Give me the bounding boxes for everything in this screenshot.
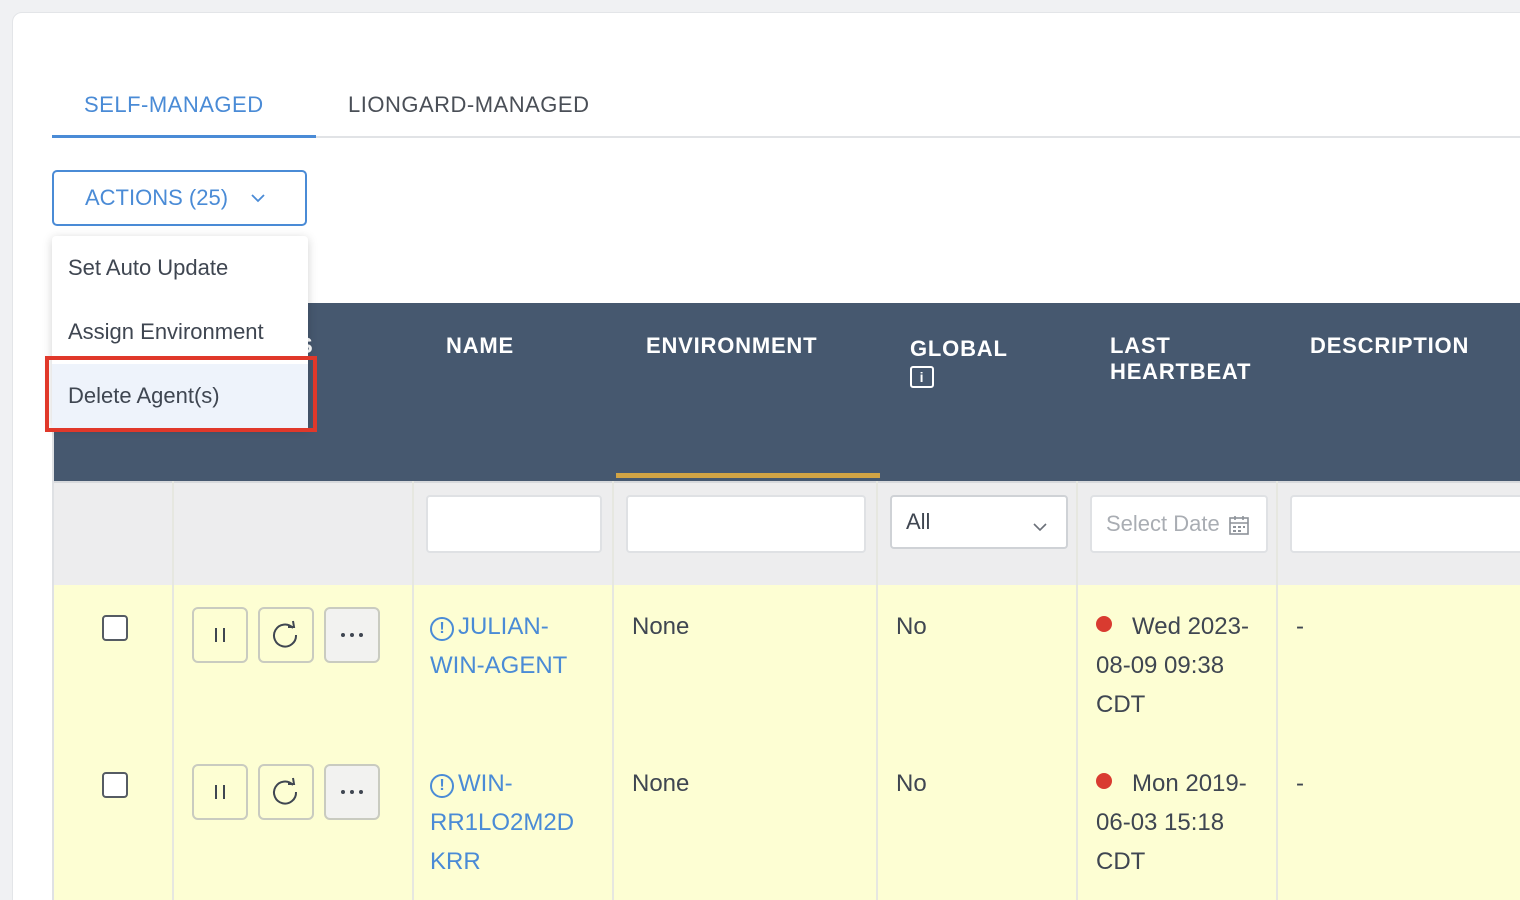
environment-value: None [632,613,690,640]
table-row: ! WIN- RR1LO2M2D KRR None No Mon 2019- 06… [54,742,1520,900]
agent-name-line-1: WIN- [458,770,513,797]
table-row: ! JULIAN- WIN-AGENT None No Wed 2023- 08-… [54,585,1520,742]
sort-indicator [616,473,880,478]
heartbeat-line-3: CDT [1096,848,1146,875]
more-options-button[interactable] [324,764,380,820]
heartbeat-line-1: Wed 2023- [1132,613,1249,640]
heartbeat-line-1: Mon 2019- [1132,770,1247,797]
menu-item-set-auto-update[interactable]: Set Auto Update [52,236,308,300]
column-header-description[interactable]: DESCRIPTION [1310,333,1469,359]
pause-button[interactable] [192,764,248,820]
actions-dropdown-button[interactable]: ACTIONS (25) [52,170,307,226]
chevron-down-icon [1032,515,1048,532]
row-checkbox[interactable] [102,615,128,641]
chevron-down-icon [250,190,266,206]
column-header-global[interactable]: GLOBAL i [910,336,1008,388]
description-filter-input[interactable] [1290,495,1520,553]
column-header-last-heartbeat[interactable]: LAST HEARTBEAT [1110,333,1251,385]
environment-value: None [632,770,690,797]
description-value: - [1296,613,1304,640]
last-heartbeat-line-1: LAST [1110,333,1171,358]
last-heartbeat-value: Mon 2019- 06-03 15:18 CDT [1096,764,1276,881]
restart-button[interactable] [258,607,314,663]
status-dot-offline [1096,616,1112,632]
column-divider [172,481,174,900]
actions-label: ACTIONS (25) [85,185,229,210]
date-placeholder: Select Date [1106,511,1220,536]
menu-item-delete-agents[interactable]: Delete Agent(s) [52,364,308,428]
heartbeat-line-3: CDT [1096,691,1146,718]
status-dot-offline [1096,773,1112,789]
alert-icon: ! [430,774,454,798]
global-filter-select[interactable]: All [890,495,1068,549]
agent-name-line-1: JULIAN- [458,613,549,640]
heartbeat-line-2: 06-03 15:18 [1096,809,1225,836]
column-divider [1076,481,1078,900]
info-icon[interactable]: i [910,366,934,388]
column-divider [876,481,878,900]
column-divider [412,481,414,900]
restart-button[interactable] [258,764,314,820]
pause-button[interactable] [192,607,248,663]
global-filter-value: All [906,509,931,534]
menu-item-assign-environment[interactable]: Assign Environment [52,300,308,364]
row-checkbox[interactable] [102,772,128,798]
agent-name-line-3: KRR [430,848,481,875]
tab-liongard-managed[interactable]: LIONGARD-MANAGED [316,80,656,138]
ellipsis-icon [341,790,363,794]
column-header-name[interactable]: NAME [446,333,514,359]
tab-bar: SELF-MANAGED LIONGARD-MANAGED [52,80,1520,138]
agent-name-line-2: WIN-AGENT [430,652,568,679]
agent-name-link[interactable]: ! JULIAN- WIN-AGENT [430,607,600,685]
agent-name-line-2: RR1LO2M2D [430,809,575,836]
last-heartbeat-value: Wed 2023- 08-09 09:38 CDT [1096,607,1276,724]
refresh-icon [273,777,298,805]
global-value: No [896,613,927,640]
tab-self-managed[interactable]: SELF-MANAGED [52,80,316,138]
name-filter-input[interactable] [426,495,602,553]
heartbeat-date-filter[interactable]: Select Date [1090,495,1268,553]
description-value: - [1296,770,1304,797]
global-label: GLOBAL [910,336,1008,361]
column-divider [612,481,614,900]
agent-name-link[interactable]: ! WIN- RR1LO2M2D KRR [430,764,600,881]
actions-menu: Set Auto Update Assign Environment Delet… [52,236,308,428]
pause-icon [215,628,225,642]
last-heartbeat-line-2: HEARTBEAT [1110,359,1252,384]
heartbeat-line-2: 08-09 09:38 [1096,652,1225,679]
refresh-icon [273,620,298,648]
filter-row: All Select Date [54,481,1520,585]
column-header-environment[interactable]: ENVIRONMENT [646,333,817,359]
pause-icon [215,785,225,799]
more-options-button[interactable] [324,607,380,663]
environment-filter-input[interactable] [626,495,866,553]
column-divider [1276,481,1278,900]
ellipsis-icon [341,633,363,637]
alert-icon: ! [430,617,454,641]
global-value: No [896,770,927,797]
calendar-icon[interactable] [1228,514,1250,536]
